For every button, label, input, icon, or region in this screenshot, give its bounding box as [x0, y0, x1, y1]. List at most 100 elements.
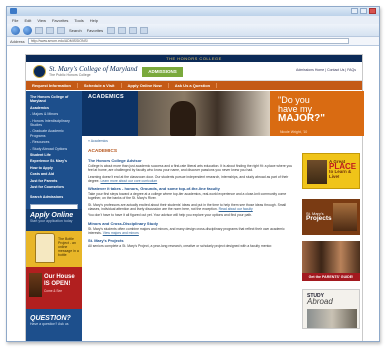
edit-icon[interactable] [140, 26, 149, 34]
window-controls [351, 8, 376, 14]
honors-band: THE HONORS COLLEGE [26, 55, 362, 62]
history-icon[interactable] [107, 26, 116, 34]
nav-item-graduate[interactable]: - Graduate Academic Programs [26, 128, 82, 139]
article-paragraph: You don't have to have it all figured ou… [88, 213, 253, 218]
article-paragraph-text: St. Mary's professors are actually excit… [88, 202, 287, 212]
right-sidebar: A Great PLACE to Learn & Live! St. Mary'… [300, 139, 362, 341]
refresh-icon[interactable] [46, 26, 54, 34]
article: « Academics ACADEMICS The Honors College… [88, 139, 294, 341]
menu-help[interactable]: Help [90, 18, 98, 23]
study-abroad-line2: Abroad [307, 297, 333, 306]
print-icon[interactable] [129, 26, 138, 34]
apply-online-subtitle: Start your application today [30, 219, 73, 223]
menu-file[interactable]: File [12, 18, 18, 23]
page-content: The Honors College of Maryland Academics… [26, 91, 364, 341]
close-icon[interactable] [369, 8, 376, 14]
site-logo-subtitle: The Public Honors College [49, 73, 91, 77]
menu-bar: File Edit View Favorites Tools Help [7, 16, 379, 24]
apply-online-link[interactable]: Apply Online Now [122, 83, 169, 88]
open-house-promo[interactable]: Our House IS OPEN! Come & See [26, 267, 82, 309]
bottle-project-promo[interactable]: The Bottle Project - an online message i… [26, 231, 82, 267]
breadcrumb[interactable]: « Academics [88, 139, 294, 143]
menu-favorites[interactable]: Favorites [52, 18, 68, 23]
admissions-tag[interactable]: ADMISSIONS [142, 67, 183, 77]
article-paragraph: St. Mary's students often combine majors… [88, 227, 294, 236]
great-place-text: A Great PLACE to Learn & Live! [329, 159, 359, 179]
article-subhead-1: The Honors College Advisor [88, 158, 142, 163]
hero-photo [138, 91, 270, 136]
article-subhead-2: Whatever it takes - honors, Grounds, and… [88, 186, 220, 192]
bottle-icon [35, 233, 55, 263]
majors-link[interactable]: View majors and minors [103, 231, 139, 235]
study-abroad-text: STUDY Abroad [307, 293, 333, 306]
door-icon [29, 273, 42, 297]
stop-icon[interactable] [35, 26, 43, 34]
nav-item-interdisciplinary[interactable]: - Honors Interdisciplinary Studies [26, 118, 82, 129]
question-promo[interactable]: QUESTION? Have a question? Ask us [26, 309, 82, 341]
article-title: ACADEMICS [88, 149, 118, 154]
study-abroad-photo [307, 309, 357, 328]
address-input[interactable]: http://www.smcm.edu/ADMISSIONS/ [27, 38, 349, 44]
question-title: QUESTION? [30, 315, 71, 322]
great-place-promo[interactable]: A Great PLACE to Learn & Live! [302, 153, 360, 189]
question-subtitle: Have a question? Ask us [30, 322, 69, 326]
hero-quote-line3: MAJOR?" [278, 113, 325, 124]
apply-online-title: Apply Online [30, 212, 74, 219]
article-paragraph: College is about more than just academic… [88, 164, 293, 173]
faculty-link[interactable]: Read about our faculty [219, 207, 253, 211]
hero-caption: Nicole Wright, '10 [280, 130, 308, 134]
article-subhead-3: Minors and Cross-Disciplinary Study [88, 220, 159, 226]
schedule-visit-link[interactable]: Schedule a Visit [78, 83, 122, 88]
forward-icon[interactable] [23, 25, 32, 35]
hero-quote-panel: "Do you have my MAJOR?" Nicole Wright, '… [270, 91, 364, 136]
parents-guide-promo[interactable]: Get the PARENTS' GUIDE! [302, 241, 360, 281]
browser-icon [10, 8, 17, 14]
parents-photo [302, 241, 360, 273]
student-photo [170, 101, 196, 136]
header-links[interactable]: Admissions Home | Contact Us | FAQs [296, 68, 356, 72]
campus-photo [307, 160, 327, 184]
back-icon[interactable] [11, 25, 20, 35]
search-button[interactable]: Search [68, 28, 83, 33]
article-paragraph: All seniors complete a St. Mary's Projec… [88, 244, 273, 249]
bottle-project-text: The Bottle Project - an online message i… [58, 237, 79, 257]
address-bar: Address http://www.smcm.edu/ADMISSIONS/ [7, 37, 379, 46]
curriculum-link[interactable]: Learn more about our core curriculum [100, 179, 157, 183]
article-subhead-4: St. Mary's Projects [88, 238, 124, 244]
ask-question-link[interactable]: Ask Us a Question [169, 83, 218, 88]
browser-toolbar: Search Favorites [7, 24, 379, 37]
projects-promo[interactable]: St. Mary's Projects [302, 199, 360, 235]
projects-text: St. Mary's Projects [306, 211, 332, 222]
college-seal-icon[interactable] [33, 65, 46, 78]
parents-guide-label: Get the PARENTS' GUIDE! [302, 273, 360, 281]
menu-tools[interactable]: Tools [74, 18, 83, 23]
page-viewport: THE HONORS COLLEGE St. Mary's College of… [7, 46, 379, 341]
article-paragraph: St. Mary's professors are actually excit… [88, 203, 294, 212]
section-heading: ACADEMICS [88, 94, 125, 100]
site-logo[interactable]: St. Mary's College of Maryland [49, 65, 137, 73]
projects-line2: Projects [306, 215, 332, 222]
minimize-icon[interactable] [351, 8, 358, 14]
favorites-button[interactable]: Favorites [86, 28, 104, 33]
search-label: Search Admissions [30, 194, 64, 199]
browser-window: File Edit View Favorites Tools Help Sear… [6, 6, 380, 342]
hero-quote: "Do you have my MAJOR?" [278, 96, 325, 124]
projects-photo [333, 203, 357, 231]
menu-view[interactable]: View [37, 18, 46, 23]
menu-edit[interactable]: Edit [24, 18, 31, 23]
main-column: ACADEMICS "Do you have my MAJOR?" Nicole… [82, 91, 364, 341]
mail-icon[interactable] [118, 26, 127, 34]
nav-item-honors-college[interactable]: The Honors College of Maryland [26, 94, 82, 105]
request-info-link[interactable]: Request Information [26, 83, 78, 88]
article-paragraph: Take your first steps toward a degree at… [88, 192, 287, 201]
apply-online-promo[interactable]: Apply Online Start your application toda… [26, 209, 82, 231]
maximize-icon[interactable] [360, 8, 367, 14]
site-header: St. Mary's College of Maryland The Publi… [26, 62, 362, 81]
web-page: THE HONORS COLLEGE St. Mary's College of… [25, 54, 364, 341]
study-abroad-promo[interactable]: STUDY Abroad [302, 289, 360, 329]
hero-banner: ACADEMICS "Do you have my MAJOR?" Nicole… [82, 91, 364, 136]
orange-nav-bar: Request Information Schedule a Visit App… [26, 81, 362, 90]
address-label: Address [10, 38, 25, 44]
title-bar [7, 7, 379, 16]
home-icon[interactable] [57, 26, 65, 34]
